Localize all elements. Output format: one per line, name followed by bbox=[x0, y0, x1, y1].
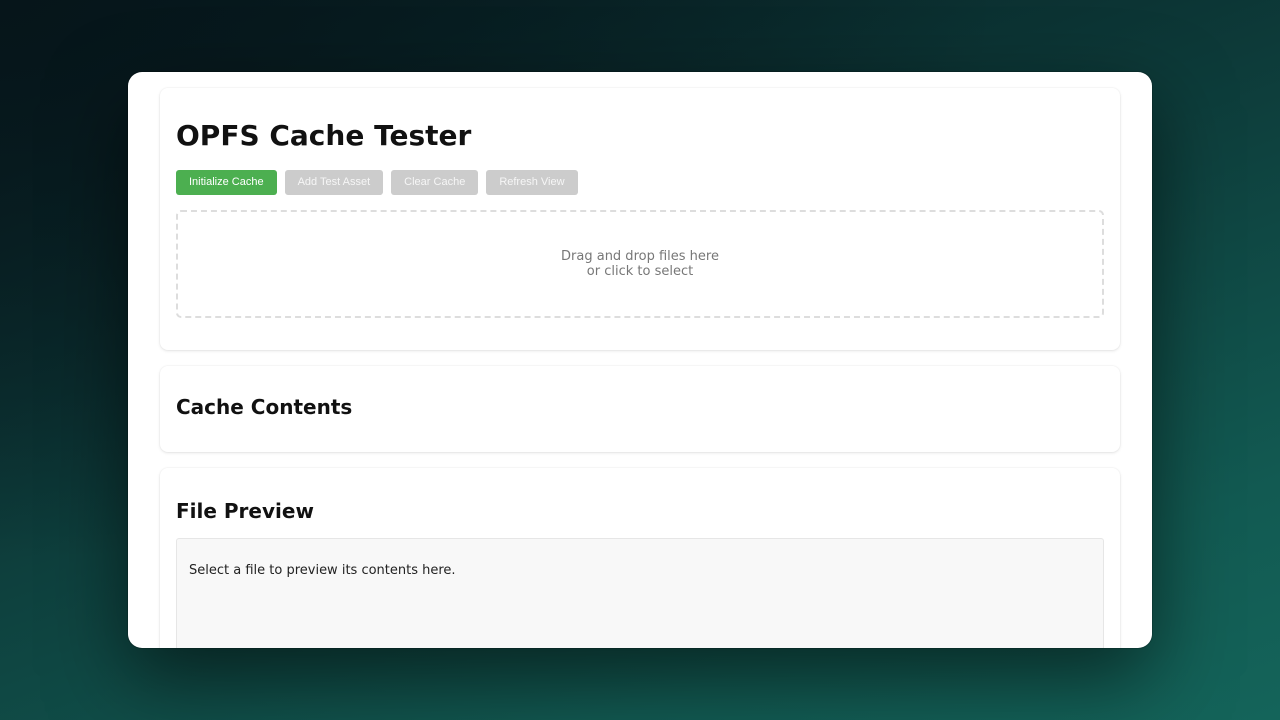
initialize-cache-button[interactable]: Initialize Cache bbox=[176, 170, 277, 195]
add-test-asset-button[interactable]: Add Test Asset bbox=[284, 170, 384, 195]
clear-cache-button[interactable]: Clear Cache bbox=[391, 170, 479, 195]
dropzone-text-line1: Drag and drop files here bbox=[561, 249, 719, 264]
file-preview-card: File Preview Select a file to preview it… bbox=[160, 468, 1120, 648]
file-dropzone[interactable]: Drag and drop files here or click to sel… bbox=[176, 210, 1104, 318]
toolbar: Initialize Cache Add Test Asset Clear Ca… bbox=[176, 170, 1104, 195]
file-preview-placeholder: Select a file to preview its contents he… bbox=[189, 563, 456, 578]
cache-contents-card: Cache Contents bbox=[160, 366, 1120, 452]
dropzone-text-line2: or click to select bbox=[586, 264, 694, 279]
file-preview-heading: File Preview bbox=[176, 499, 314, 523]
page-content: OPFS Cache Tester Initialize Cache Add T… bbox=[160, 88, 1120, 648]
file-preview-box: Select a file to preview its contents he… bbox=[176, 538, 1104, 648]
controls-card: OPFS Cache Tester Initialize Cache Add T… bbox=[160, 88, 1120, 350]
refresh-view-button[interactable]: Refresh View bbox=[486, 170, 578, 195]
page-title: OPFS Cache Tester bbox=[176, 119, 472, 152]
browser-window: OPFS Cache Tester Initialize Cache Add T… bbox=[128, 72, 1152, 648]
cache-contents-heading: Cache Contents bbox=[176, 395, 353, 419]
